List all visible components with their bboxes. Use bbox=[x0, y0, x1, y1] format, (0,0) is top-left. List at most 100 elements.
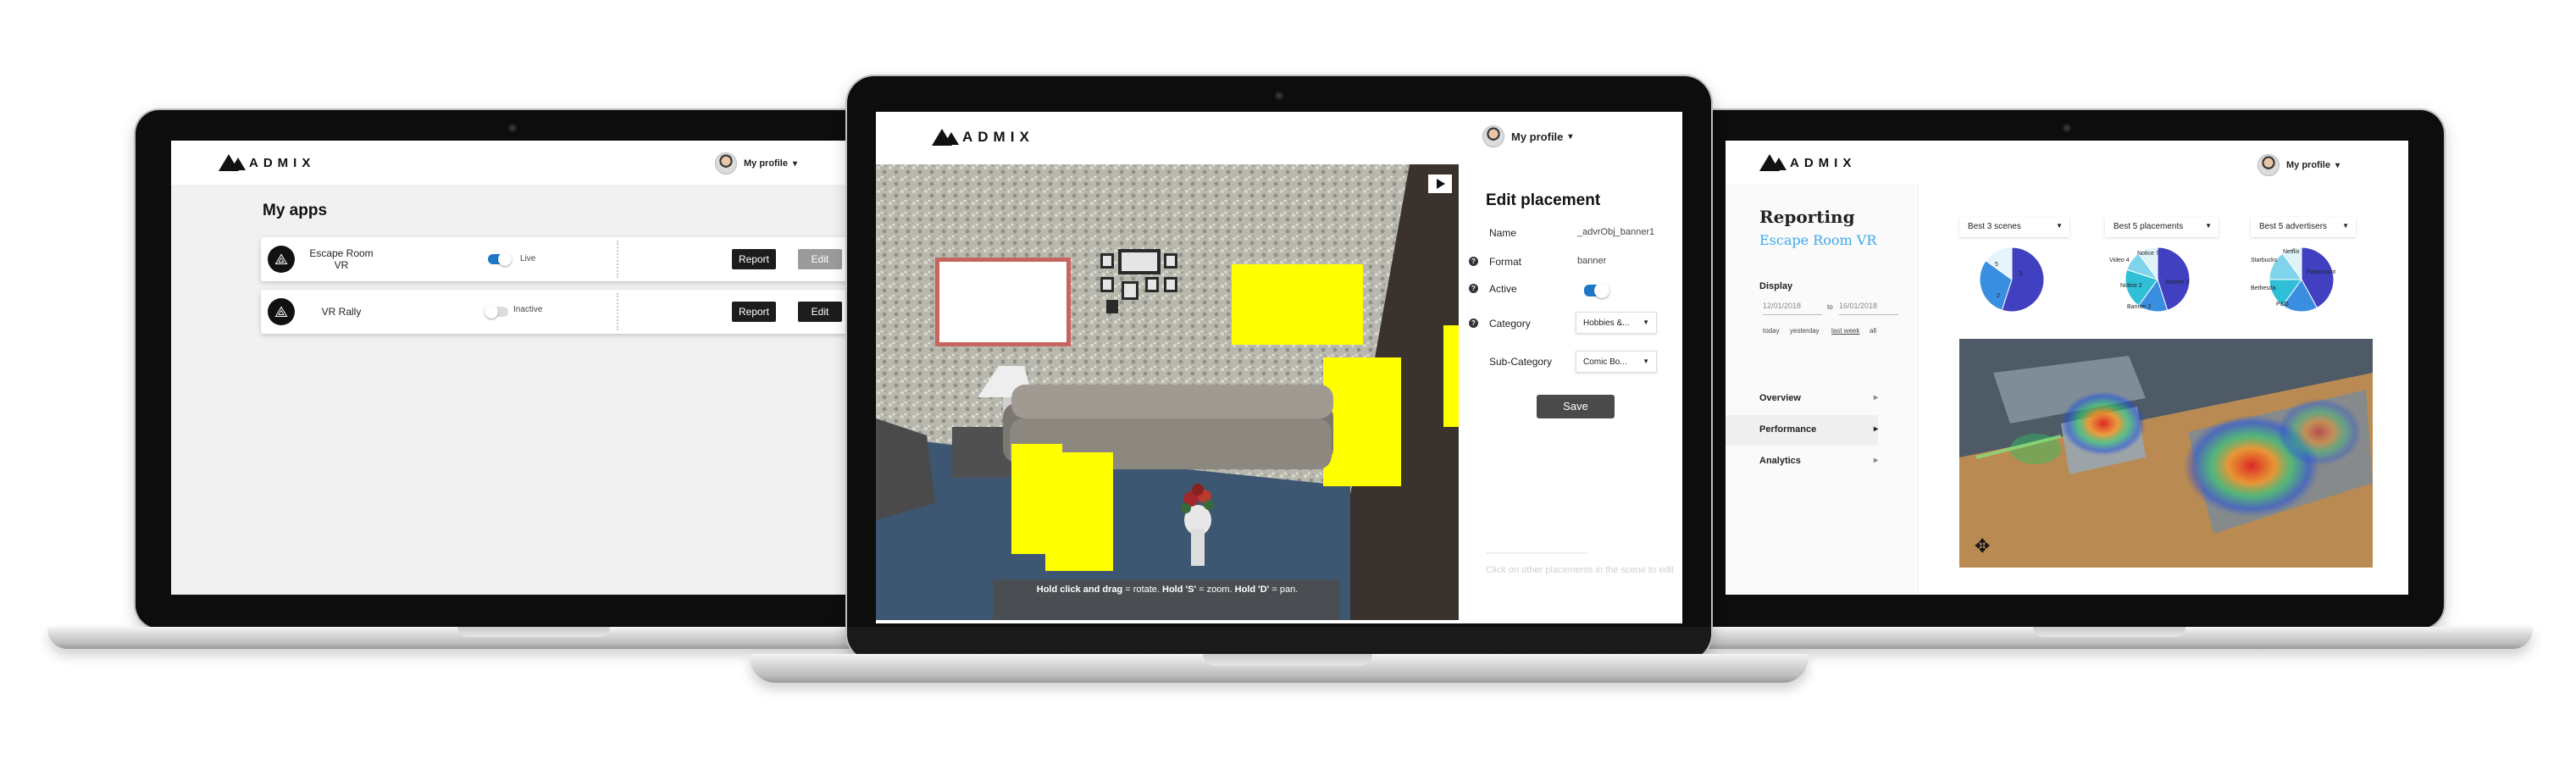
chevron-down-icon: ▾ bbox=[792, 158, 797, 169]
admix-logo-icon bbox=[932, 129, 959, 146]
pie-label: 2 bbox=[1997, 293, 2000, 299]
laptop-left: ADMIX My profile ▾ My apps ⟁ Escape Room… bbox=[136, 110, 889, 629]
logo-text: ADMIX bbox=[962, 129, 1034, 145]
footer-hint: Click on other placements in the scene t… bbox=[1486, 565, 1674, 575]
app-card-escape-room[interactable]: ⟁ Escape Room VR Live Report Edit bbox=[261, 237, 854, 281]
divider bbox=[617, 293, 618, 330]
active-toggle[interactable] bbox=[1584, 283, 1609, 298]
unity-icon: ⟁ bbox=[268, 298, 295, 325]
panel-divider bbox=[1486, 552, 1587, 554]
menu-performance[interactable]: Performance ▸ bbox=[1726, 415, 1878, 446]
quick-today[interactable]: today bbox=[1763, 327, 1780, 335]
profile-menu[interactable]: My profile ▾ bbox=[1482, 125, 1572, 147]
admix-logo[interactable]: ADMIX bbox=[219, 154, 315, 171]
laptop-center: ADMIX My profile ▾ Hold click and drag =… bbox=[847, 76, 1711, 661]
laptop-right: ADMIX My profile ▾ Reporting Escape Room… bbox=[1690, 110, 2444, 629]
chart-selector-advertisers[interactable]: Best 5 advertisers ▼ bbox=[2251, 217, 2356, 237]
page-title: Reporting bbox=[1759, 207, 1855, 227]
profile-label: My profile bbox=[2286, 160, 2330, 170]
status-text: Inactive bbox=[513, 305, 543, 314]
admix-logo-icon bbox=[1759, 154, 1787, 171]
heatmap-scene-view[interactable]: ✥ bbox=[1959, 339, 2373, 568]
laptop-center-notch bbox=[1203, 654, 1372, 666]
edit-placement-panel: Edit placement Name _advrObj_banner1 ? F… bbox=[1459, 164, 1682, 623]
avatar bbox=[715, 152, 737, 174]
scene-render bbox=[876, 164, 1459, 620]
report-button[interactable]: Report bbox=[732, 302, 776, 322]
help-icon[interactable]: ? bbox=[1469, 284, 1478, 293]
pie-label: Video 4 bbox=[2109, 258, 2130, 263]
app-card-vr-rally[interactable]: ⟁ VR Rally Inactive Report Edit bbox=[261, 290, 854, 334]
category-select[interactable]: Hobbies &... ▼ bbox=[1576, 312, 1657, 334]
hint-zoom-key: Hold 'S' bbox=[1162, 584, 1197, 595]
chart-selector-label: Best 5 placements bbox=[2113, 222, 2184, 231]
name-label: Name bbox=[1489, 227, 1517, 239]
category-value: Hobbies &... bbox=[1583, 319, 1630, 328]
edit-button[interactable]: Edit bbox=[798, 249, 842, 269]
panel-title: Edit placement bbox=[1486, 191, 1601, 209]
laptop-left-notch bbox=[457, 627, 610, 637]
menu-analytics-label: Analytics bbox=[1759, 456, 1801, 466]
help-icon[interactable]: ? bbox=[1469, 319, 1478, 328]
pie-label: Screen 3 bbox=[2165, 280, 2190, 285]
chart-selector-scenes[interactable]: Best 3 scenes ▼ bbox=[1959, 217, 2069, 237]
menu-overview[interactable]: Overview ▸ bbox=[1726, 384, 1878, 414]
toggle-knob bbox=[485, 305, 498, 319]
toggle-knob bbox=[1594, 283, 1609, 298]
date-to-word: to bbox=[1827, 303, 1833, 311]
chevron-down-icon: ▼ bbox=[1643, 319, 1649, 326]
quick-all[interactable]: all bbox=[1870, 327, 1876, 335]
date-to-input[interactable]: 16/01/2018 bbox=[1839, 298, 1898, 315]
edit-button[interactable]: Edit bbox=[798, 302, 842, 322]
pie-label: Starbucks bbox=[2251, 258, 2278, 263]
hint-zoom-text: = zoom. bbox=[1196, 584, 1235, 595]
help-icon[interactable]: ? bbox=[1469, 257, 1478, 266]
admix-logo[interactable]: ADMIX bbox=[1759, 154, 1856, 171]
chevron-right-icon: ▸ bbox=[1873, 424, 1878, 434]
reporting-sidebar: Reporting Escape Room VR Display 12/01/2… bbox=[1726, 185, 1919, 595]
profile-label: My profile bbox=[744, 158, 788, 169]
avatar bbox=[2257, 154, 2280, 176]
subcategory-select[interactable]: Comic Bo... ▼ bbox=[1576, 351, 1657, 373]
admix-logo[interactable]: ADMIX bbox=[932, 129, 1034, 146]
subcategory-value: Comic Bo... bbox=[1583, 357, 1627, 367]
display-label: Display bbox=[1759, 281, 1793, 291]
pie-label: 3 bbox=[2019, 271, 2022, 277]
pie-label: Banner 2 bbox=[2127, 304, 2152, 310]
pie-label: Bethesda bbox=[2251, 285, 2276, 291]
quick-yesterday[interactable]: yesterday bbox=[1790, 327, 1820, 335]
unity-icon: ⟁ bbox=[268, 246, 295, 273]
profile-menu[interactable]: My profile ▾ bbox=[2257, 154, 2340, 176]
hint-pan-text: = pan. bbox=[1269, 584, 1299, 595]
chevron-down-icon: ▼ bbox=[2205, 222, 2212, 230]
quick-last-week[interactable]: last week bbox=[1831, 327, 1859, 335]
laptop-right-notch bbox=[2033, 627, 2185, 637]
active-toggle[interactable] bbox=[488, 252, 512, 266]
active-label: Active bbox=[1489, 283, 1517, 295]
date-from-input[interactable]: 12/01/2018 bbox=[1763, 298, 1822, 315]
pie-chart-scenes bbox=[1979, 247, 2045, 313]
chevron-down-icon: ▼ bbox=[2056, 222, 2063, 230]
camera-dot bbox=[1275, 91, 1283, 100]
heatmap-render: ✥ bbox=[1959, 339, 2373, 568]
page-title: My apps bbox=[263, 202, 328, 219]
chart-selector-label: Best 5 advertisers bbox=[2259, 222, 2328, 231]
menu-performance-label: Performance bbox=[1759, 424, 1817, 435]
app-name: VR Rally bbox=[321, 306, 362, 318]
chart-selector-label: Best 3 scenes bbox=[1968, 222, 2021, 231]
app-name: Escape Room VR bbox=[309, 247, 374, 271]
format-label: Format bbox=[1489, 256, 1522, 268]
chart-selector-placements[interactable]: Best 5 placements ▼ bbox=[2105, 217, 2219, 237]
app-name-link[interactable]: Escape Room VR bbox=[1759, 232, 1876, 248]
category-label: Category bbox=[1489, 318, 1531, 330]
pie-label: 5 bbox=[1995, 262, 1998, 268]
profile-menu[interactable]: My profile ▾ bbox=[715, 152, 797, 174]
menu-analytics[interactable]: Analytics ▸ bbox=[1726, 446, 1878, 477]
save-button[interactable]: Save bbox=[1537, 395, 1615, 418]
report-button[interactable]: Report bbox=[732, 249, 776, 269]
menu-overview-label: Overview bbox=[1759, 393, 1801, 403]
scene-3d-viewport[interactable]: Hold click and drag = rotate. Hold 'S' =… bbox=[876, 164, 1459, 620]
hint-rotate-key: Hold click and drag bbox=[1036, 584, 1123, 595]
active-toggle[interactable] bbox=[485, 305, 508, 319]
edit-placement-screen: ADMIX My profile ▾ Hold click and drag =… bbox=[876, 112, 1682, 623]
